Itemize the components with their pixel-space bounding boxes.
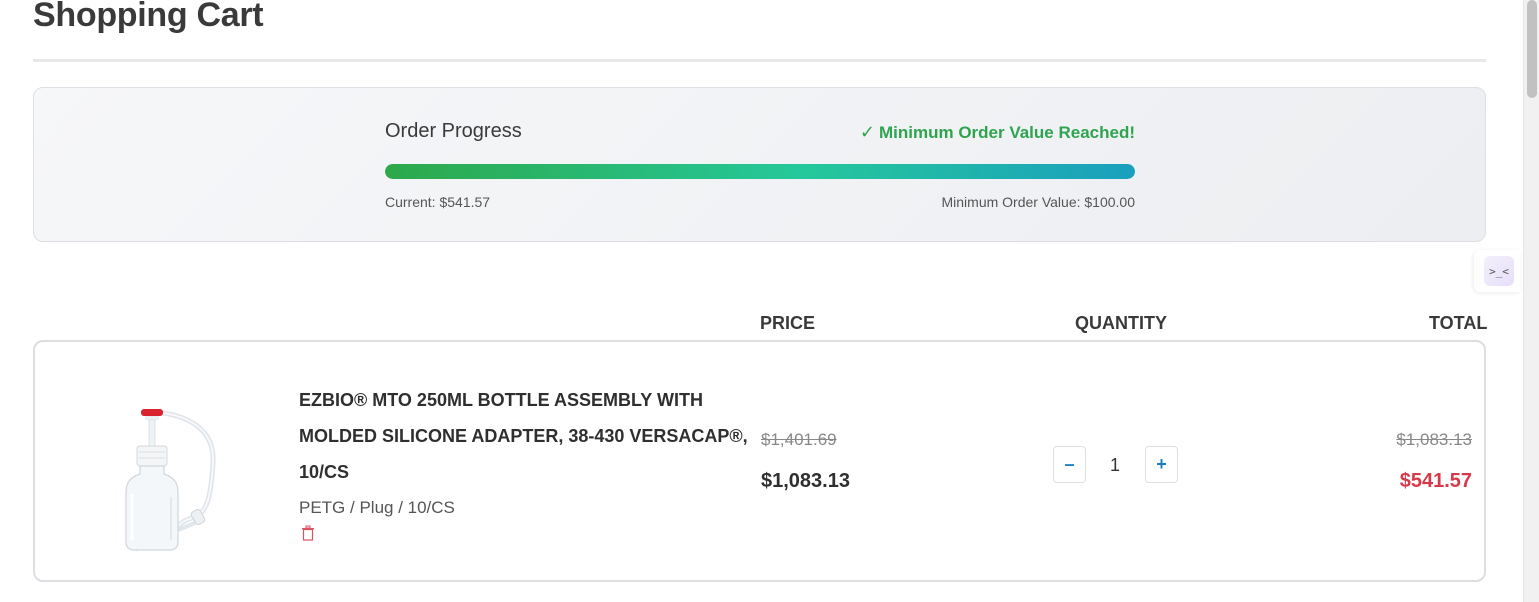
decrease-quantity-button[interactable]: – [1053, 446, 1086, 483]
product-name[interactable]: EZBIO® MTO 250ML BOTTLE ASSEMBLY WITH MO… [299, 382, 759, 490]
column-header-total: TOTAL [1429, 313, 1488, 333]
minimum-order-status-text: Minimum Order Value Reached! [878, 122, 1135, 142]
minimum-order-status: ✓ Minimum Order Value Reached! [860, 122, 1135, 143]
order-progress-card: Order Progress ✓ Minimum Order Value Rea… [33, 87, 1486, 242]
trash-icon[interactable] [301, 525, 315, 541]
order-progress-heading: Order Progress [385, 120, 522, 142]
line-total: $541.57 [1399, 470, 1472, 492]
check-icon: ✓ [859, 122, 875, 142]
order-progress-fill [385, 164, 1135, 179]
product-variant: PETG / Plug / 10/CS [299, 498, 455, 517]
minimum-order-value: Minimum Order Value: $100.00 [941, 194, 1136, 210]
assistant-icon[interactable]: >_< [1484, 256, 1514, 286]
order-progress-bar [385, 164, 1135, 179]
original-price: $1,401.69 [761, 430, 837, 449]
unit-price: $1,083.13 [761, 470, 850, 492]
product-image[interactable] [85, 402, 225, 557]
side-chat-widget[interactable]: >_< [1474, 250, 1520, 292]
title-divider [33, 59, 1486, 62]
current-order-value: Current: $541.57 [385, 194, 491, 210]
quantity-value[interactable]: 1 [1095, 455, 1135, 476]
page-title: Shopping Cart [33, 0, 264, 34]
original-line-total: $1,083.13 [1396, 430, 1472, 449]
increase-quantity-button[interactable]: + [1145, 446, 1178, 483]
column-header-price: PRICE [760, 313, 816, 333]
scrollbar-thumb[interactable] [1527, 0, 1537, 98]
cart-item-row: EZBIO® MTO 250ML BOTTLE ASSEMBLY WITH MO… [33, 340, 1486, 582]
page-scrollbar[interactable] [1523, 0, 1539, 602]
column-header-quantity: QUANTITY [1075, 313, 1167, 333]
